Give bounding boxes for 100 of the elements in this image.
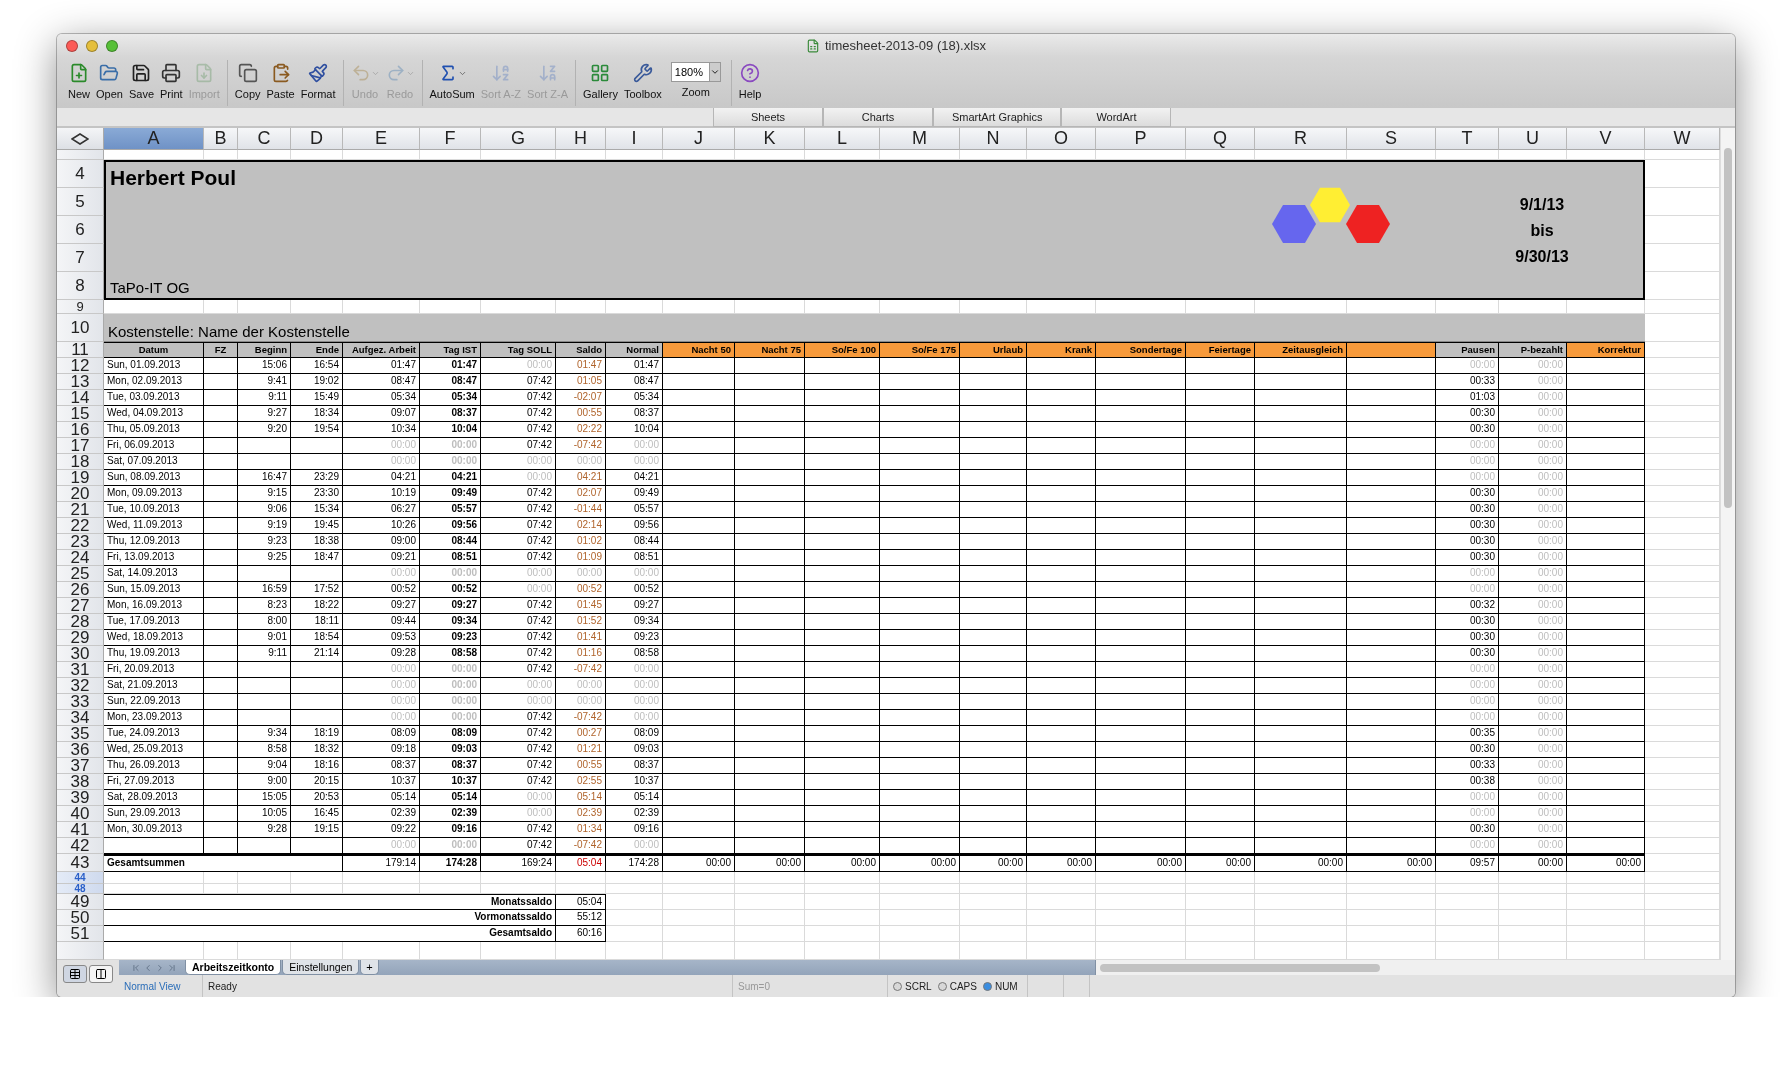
ribbon-tab[interactable]: SmartArt Graphics xyxy=(933,108,1062,127)
column-header[interactable]: T xyxy=(1436,128,1499,150)
sheet-cell[interactable] xyxy=(1027,910,1096,926)
row-header[interactable]: 19 xyxy=(57,470,104,486)
column-header[interactable]: R xyxy=(1255,128,1347,150)
sheet-cell[interactable] xyxy=(204,884,238,894)
sheet-cell[interactable] xyxy=(104,150,204,160)
sheet-cell[interactable] xyxy=(663,894,735,910)
sheet-cell[interactable] xyxy=(663,884,735,894)
toolbar-button[interactable]: Toolbox xyxy=(620,60,665,102)
last-sheet-icon[interactable] xyxy=(167,962,177,973)
sheet-cell[interactable] xyxy=(1567,150,1645,160)
sheet-cell[interactable] xyxy=(1436,910,1499,926)
sheet-cell[interactable] xyxy=(1096,884,1186,894)
sheet-cell[interactable] xyxy=(1096,894,1186,910)
row-header[interactable]: 50 xyxy=(57,910,104,926)
sheet-cell[interactable] xyxy=(663,910,735,926)
row-header[interactable]: 36 xyxy=(57,742,104,758)
sheet-cell[interactable] xyxy=(880,872,960,884)
sheet-cell[interactable] xyxy=(1255,150,1347,160)
sheet-cell[interactable] xyxy=(238,150,291,160)
sheet-cell[interactable] xyxy=(1499,300,1567,314)
row-header[interactable]: 49 xyxy=(57,894,104,910)
ribbon-tab[interactable]: WordArt xyxy=(1061,108,1172,127)
row-header[interactable]: 43 xyxy=(57,854,104,872)
sheet-cell[interactable] xyxy=(1567,884,1645,894)
sheet-cell[interactable] xyxy=(1255,872,1347,884)
column-header[interactable]: C xyxy=(238,128,291,150)
sheet-cell[interactable] xyxy=(104,300,204,314)
sheet-cell[interactable] xyxy=(1436,926,1499,942)
row-header[interactable]: 37 xyxy=(57,758,104,774)
sheet-cell[interactable] xyxy=(1186,894,1255,910)
sheet-cell[interactable] xyxy=(1347,884,1436,894)
sheet-cell[interactable] xyxy=(606,884,663,894)
column-header[interactable]: V xyxy=(1567,128,1645,150)
sheet-cell[interactable] xyxy=(1347,150,1436,160)
column-header[interactable]: J xyxy=(663,128,735,150)
row-header[interactable]: 11 xyxy=(57,342,104,358)
sheet-cell[interactable] xyxy=(420,872,481,884)
row-header[interactable]: 5 xyxy=(57,188,104,216)
select-all-button[interactable] xyxy=(57,128,104,150)
sheet-cell[interactable] xyxy=(104,884,204,894)
sheet-cell[interactable] xyxy=(606,910,663,926)
sheet-cell[interactable] xyxy=(1096,150,1186,160)
row-header[interactable]: 22 xyxy=(57,518,104,534)
sheet-cell[interactable] xyxy=(805,910,880,926)
sheet-cell[interactable] xyxy=(481,872,556,884)
row-header[interactable]: 41 xyxy=(57,822,104,838)
sheet-cell[interactable] xyxy=(481,884,556,894)
sheet-cell[interactable] xyxy=(960,300,1027,314)
sheet-cell[interactable] xyxy=(1255,300,1347,314)
sheet-cell[interactable] xyxy=(1255,926,1347,942)
row-header[interactable]: 26 xyxy=(57,582,104,598)
sheet-cell[interactable] xyxy=(204,300,238,314)
toolbar-button[interactable]: New xyxy=(65,60,93,102)
toolbar-button[interactable]: Gallery xyxy=(580,60,621,102)
sheet-cell[interactable] xyxy=(735,894,805,910)
row-header[interactable]: 27 xyxy=(57,598,104,614)
column-header[interactable]: I xyxy=(606,128,663,150)
column-header[interactable]: B xyxy=(204,128,238,150)
sheet-cell[interactable] xyxy=(1186,150,1255,160)
sheet-cell[interactable] xyxy=(960,926,1027,942)
sheet-cell[interactable] xyxy=(1186,872,1255,884)
sheet-cell[interactable] xyxy=(343,300,420,314)
column-header[interactable]: G xyxy=(481,128,556,150)
sheet-cell[interactable] xyxy=(204,150,238,160)
sheet-cell[interactable] xyxy=(481,150,556,160)
column-header[interactable]: D xyxy=(291,128,343,150)
sheet-cell[interactable] xyxy=(1096,910,1186,926)
sheet-cell[interactable] xyxy=(960,894,1027,910)
vertical-scrollbar[interactable] xyxy=(1720,128,1735,960)
sheet-cell[interactable] xyxy=(1027,150,1096,160)
column-header[interactable]: F xyxy=(420,128,481,150)
sheet-cell[interactable] xyxy=(1096,926,1186,942)
sheet-cell[interactable] xyxy=(238,872,291,884)
row-header[interactable]: 13 xyxy=(57,374,104,390)
sheet-cell[interactable] xyxy=(1347,926,1436,942)
sheet-cell[interactable] xyxy=(1186,910,1255,926)
column-header[interactable]: A xyxy=(104,128,204,150)
sheet-cell[interactable] xyxy=(343,884,420,894)
sheet-cell[interactable] xyxy=(880,926,960,942)
sheet-cell[interactable] xyxy=(1096,300,1186,314)
sheet-cell[interactable] xyxy=(735,150,805,160)
sheet-cell[interactable] xyxy=(1255,894,1347,910)
sheet-cell[interactable] xyxy=(420,150,481,160)
column-header[interactable]: H xyxy=(556,128,606,150)
toolbar-button[interactable]: Copy xyxy=(231,60,264,102)
sheet-cell[interactable] xyxy=(805,926,880,942)
sheet-cell[interactable] xyxy=(663,872,735,884)
row-header[interactable]: 30 xyxy=(57,646,104,662)
sheet-cell[interactable] xyxy=(1436,150,1499,160)
sheet-cell[interactable] xyxy=(343,150,420,160)
zoom-button[interactable] xyxy=(106,39,118,52)
sheet-cell[interactable] xyxy=(1027,872,1096,884)
sheet-cell[interactable] xyxy=(1186,300,1255,314)
sheet-cell[interactable] xyxy=(291,872,343,884)
sheet-cell[interactable] xyxy=(1255,910,1347,926)
sheet-cell[interactable] xyxy=(735,884,805,894)
column-header[interactable]: Q xyxy=(1186,128,1255,150)
row-header[interactable]: 23 xyxy=(57,534,104,550)
